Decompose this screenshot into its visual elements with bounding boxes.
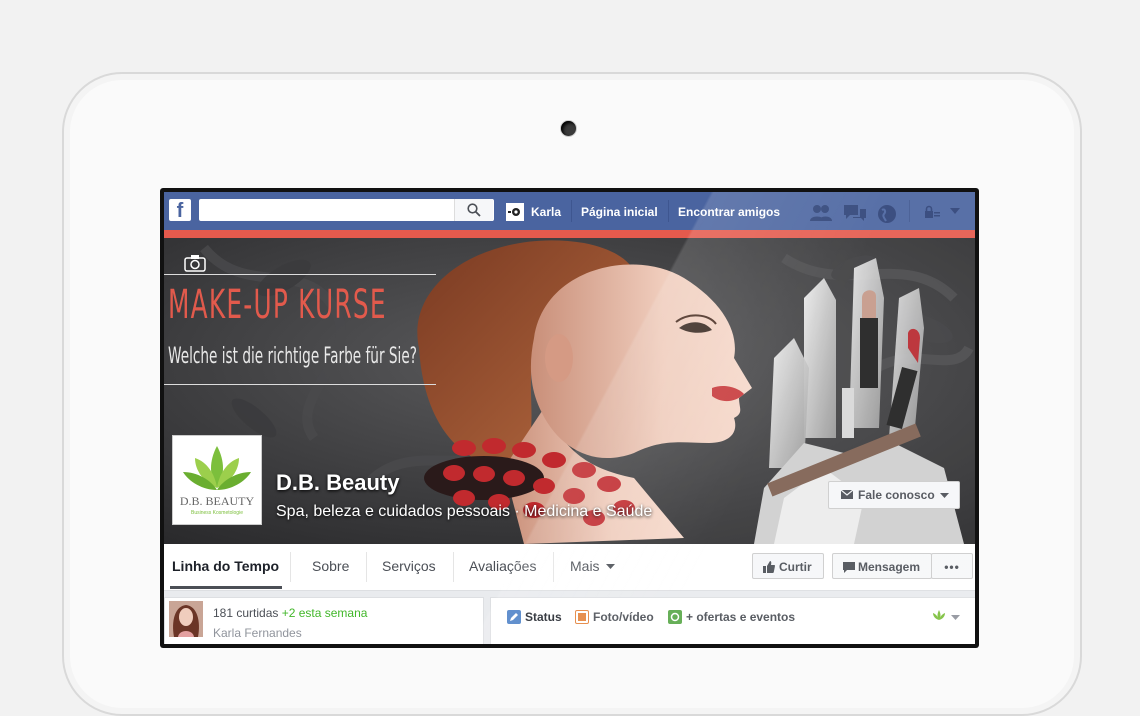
message-label: Mensagem [858,560,921,574]
tab-more-label: Mais [570,558,600,574]
facebook-logo-icon[interactable]: f [169,199,191,222]
photo-icon [575,610,589,624]
tab-more[interactable]: Mais [570,558,616,574]
page-title[interactable]: D.B. Beauty [276,470,399,496]
tab-divider [453,552,454,582]
nav-profile-link[interactable]: Karla [531,205,561,219]
nav-divider [571,200,572,222]
logo-wordmark: D.B. BEAUTY [179,494,255,508]
tab-divider [366,552,367,582]
page-avatar-lotus-icon [933,610,945,620]
message-bubble-icon [843,562,855,573]
chevron-down-icon [940,493,949,498]
composer-tab-status[interactable]: Status [507,610,562,624]
front-camera [561,121,576,136]
search-button[interactable] [454,199,493,221]
tab-divider [553,552,554,582]
like-label: Curtir [779,560,812,574]
tab-reviews[interactable]: Avaliações [469,558,536,574]
search-icon [467,203,481,217]
tab-services[interactable]: Serviços [382,558,436,574]
active-tab-indicator [170,586,282,589]
status-label: Status [525,610,562,624]
tab-about[interactable]: Sobre [312,558,349,574]
chevron-down-icon [951,615,961,620]
post-composer: Status Foto/vídeo + ofertas e eventos [490,597,975,644]
post-as-page-selector[interactable] [931,608,961,629]
tablet-screen: f Karla Página inicial Encontrar amigos [160,188,979,648]
likes-weekly-delta: +2 esta semana [281,606,368,620]
friend-avatar[interactable] [169,601,203,637]
composer-tab-offers-events[interactable]: + ofertas e eventos [668,610,795,624]
user-avatar[interactable] [506,203,524,221]
photo-video-label: Foto/vídeo [593,610,654,624]
page-tab-bar: Linha do Tempo Sobre Serviços Avaliações… [164,544,975,591]
message-button[interactable]: Mensagem [832,553,932,579]
facebook-top-bar: f Karla Página inicial Encontrar amigos [164,192,975,230]
cover-text-rule-top [164,274,436,275]
cover-subline: Welche ist die richtige Farbe für Sie? [168,344,417,369]
chevron-down-icon [606,564,616,569]
notifications-globe-icon[interactable] [877,204,897,224]
update-cover-camera-icon[interactable] [184,254,206,272]
search-input[interactable] [199,199,494,221]
cover-top-strip [164,230,975,238]
privacy-lock-icon[interactable] [924,204,940,220]
thumbs-up-icon [763,561,775,573]
nav-home-link[interactable]: Página inicial [581,205,658,219]
page-profile-picture[interactable]: D.B. BEAUTY Business Kosmetologie [172,435,262,525]
nav-find-friends-link[interactable]: Encontrar amigos [678,205,780,219]
contact-us-label: Fale conosco [858,488,935,502]
like-button[interactable]: Curtir [752,553,824,579]
cover-photo[interactable]: MAKE-UP KURSE Welche ist die richtige Fa… [164,238,975,544]
more-options-button[interactable]: ••• [931,553,973,579]
pencil-icon [507,610,521,624]
friend-requests-icon[interactable] [809,204,833,222]
nav-divider [668,200,669,222]
likes-summary-card: 181 curtidas +2 esta semana Karla Fernan… [164,597,484,644]
offers-events-label: + ofertas e eventos [686,610,796,624]
messages-icon[interactable] [843,204,867,222]
envelope-icon [841,490,853,499]
tab-timeline[interactable]: Linha do Tempo [172,558,279,574]
composer-tab-photo-video[interactable]: Foto/vídeo [575,610,654,624]
cover-text-rule-bottom [164,384,436,385]
nav-divider [909,200,910,222]
page-category[interactable]: Spa, beleza e cuidados pessoais · Medici… [276,503,652,521]
cover-headline: MAKE-UP KURSE [168,282,387,328]
offers-icon [668,610,682,624]
logo-tagline: Business Kosmetologie [191,510,243,516]
tab-divider [290,552,291,582]
contact-us-button[interactable]: Fale conosco [828,481,960,509]
account-menu-chevron-down-icon[interactable] [950,208,960,214]
friend-name[interactable]: Karla Fernandes [213,626,302,640]
likes-count[interactable]: 181 curtidas [213,606,278,620]
